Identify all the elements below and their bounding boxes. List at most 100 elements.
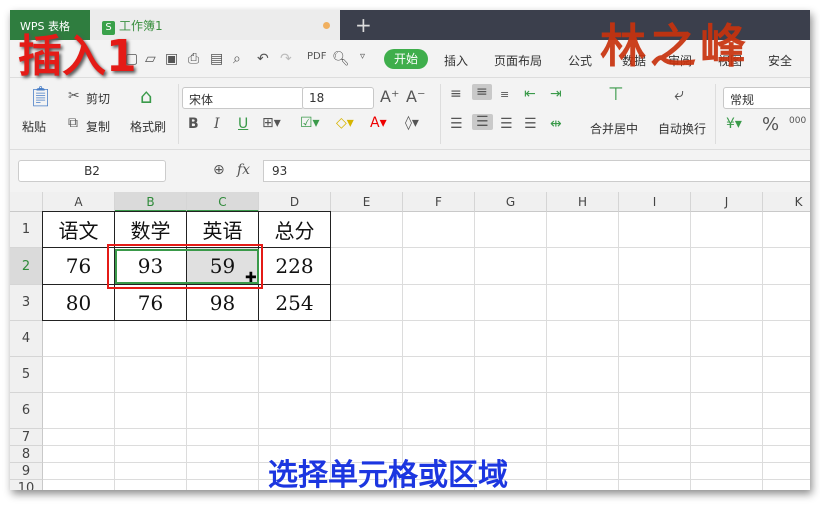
- justify-icon[interactable]: ☰: [524, 116, 537, 132]
- table-cell[interactable]: 98: [186, 284, 259, 321]
- cut-button[interactable]: 剪切: [86, 90, 110, 107]
- gridline: [43, 356, 810, 357]
- gridline: [402, 212, 403, 490]
- column-header-A[interactable]: A: [43, 192, 115, 212]
- overlay-caption: 选择单元格或区域: [268, 458, 508, 493]
- row-header-4[interactable]: 4: [10, 321, 43, 357]
- wrap-text-button[interactable]: 自动换行: [658, 120, 706, 137]
- percent-button[interactable]: %: [762, 114, 779, 135]
- borders-icon[interactable]: ⊞▾: [262, 115, 281, 131]
- table-cell[interactable]: 英语: [186, 211, 259, 248]
- table-cell[interactable]: 76: [42, 247, 115, 285]
- font-size-select[interactable]: 18: [302, 87, 374, 109]
- row-header-7[interactable]: 7: [10, 429, 43, 446]
- currency-icon[interactable]: ¥▾: [726, 116, 742, 132]
- customize-dropdown-icon[interactable]: ▿: [360, 51, 365, 62]
- column-header-J[interactable]: J: [691, 192, 763, 212]
- underline-button[interactable]: U: [238, 116, 248, 132]
- column-header-C[interactable]: C: [187, 192, 259, 212]
- conditional-format-icon[interactable]: ☑▾: [300, 115, 320, 131]
- scissors-icon: ✂: [68, 88, 80, 104]
- column-header-G[interactable]: G: [475, 192, 547, 212]
- align-top-icon[interactable]: ≡: [450, 86, 462, 102]
- column-header-D[interactable]: D: [259, 192, 331, 212]
- row-header-1[interactable]: 1: [10, 212, 43, 248]
- table-cell[interactable]: 语文: [42, 211, 115, 248]
- undo-icon[interactable]: ↶: [257, 51, 269, 67]
- distribute-icon[interactable]: ⇹: [550, 116, 562, 132]
- column-header-I[interactable]: I: [619, 192, 691, 212]
- save-icon[interactable]: ▣: [165, 51, 178, 67]
- cursor-cross-icon: ✚: [245, 270, 257, 286]
- bold-button[interactable]: B: [188, 116, 199, 132]
- table-cell[interactable]: 数学: [114, 211, 187, 248]
- tab-insert[interactable]: 插入: [444, 52, 468, 69]
- align-bottom-icon[interactable]: ≡: [500, 88, 509, 101]
- find-icon[interactable]: ⌕: [233, 51, 241, 67]
- align-center-icon[interactable]: ☰: [472, 114, 493, 130]
- print-preview-icon[interactable]: ▤: [210, 51, 223, 67]
- table-cell[interactable]: 254: [258, 284, 331, 321]
- italic-button[interactable]: I: [214, 116, 220, 132]
- export-pdf-icon[interactable]: PDF: [307, 51, 326, 62]
- column-header-E[interactable]: E: [331, 192, 403, 212]
- select-all-corner[interactable]: [10, 192, 43, 212]
- align-right-icon[interactable]: ☰: [500, 116, 513, 132]
- table-cell[interactable]: 228: [258, 247, 331, 285]
- table-cell[interactable]: 80: [42, 284, 115, 321]
- clear-icon[interactable]: ◊▾: [405, 115, 419, 131]
- paste-button[interactable]: 粘贴: [22, 118, 46, 135]
- search-icon[interactable]: 🔍︎: [332, 51, 350, 67]
- fill-color-icon[interactable]: ◇▾: [336, 115, 354, 131]
- formula-bar: B2 ⊕ fx 93: [10, 158, 810, 186]
- insert-function-button[interactable]: fx: [237, 162, 250, 178]
- align-middle-icon[interactable]: ≡: [472, 84, 492, 100]
- row-header-10[interactable]: 10: [10, 480, 43, 490]
- increase-font-icon[interactable]: A⁺: [380, 87, 399, 106]
- font-color-icon[interactable]: A▾: [370, 115, 387, 131]
- row-header-3[interactable]: 3: [10, 285, 43, 321]
- increase-indent-icon[interactable]: ⇥: [550, 86, 562, 102]
- table-cell[interactable]: 总分: [258, 211, 331, 248]
- redo-icon[interactable]: ↷: [280, 51, 292, 67]
- paste-icon[interactable]: 📋︎: [28, 84, 53, 108]
- sheet-grid[interactable]: A B C D E F G H I J K 1 2 3 4 5 6 7 8 9 10 语文 数学 英语 总分 76 93 59 228 8…: [10, 192, 810, 490]
- copy-button[interactable]: 复制: [86, 118, 110, 135]
- row-header-6[interactable]: 6: [10, 393, 43, 429]
- font-name-select[interactable]: 宋体: [182, 87, 304, 109]
- tab-page-layout[interactable]: 页面布局: [494, 52, 542, 69]
- column-header-F[interactable]: F: [403, 192, 475, 212]
- tab-formulas[interactable]: 公式: [568, 52, 592, 69]
- thousands-separator-button[interactable]: 000: [789, 116, 806, 126]
- gridline: [546, 212, 547, 490]
- decrease-indent-icon[interactable]: ⇤: [524, 86, 536, 102]
- tab-security[interactable]: 安全: [768, 52, 792, 69]
- wrap-text-icon: ⤶: [674, 84, 685, 105]
- merge-center-button[interactable]: 合并居中: [590, 120, 638, 137]
- formula-input[interactable]: 93: [263, 160, 810, 182]
- gridline: [43, 445, 810, 446]
- row-header-8[interactable]: 8: [10, 446, 43, 463]
- format-painter-icon: ⌂: [140, 84, 153, 108]
- signature-watermark: 林之峰: [600, 19, 750, 73]
- unsaved-dot-icon: [323, 22, 330, 29]
- number-format-select[interactable]: 常规: [723, 87, 810, 109]
- row-header-9[interactable]: 9: [10, 463, 43, 480]
- column-header-K[interactable]: K: [763, 192, 810, 212]
- decrease-font-icon[interactable]: A⁻: [406, 87, 425, 106]
- column-header-B[interactable]: B: [115, 192, 187, 212]
- open-icon[interactable]: ▱: [145, 51, 156, 67]
- gridline: [43, 428, 810, 429]
- row-header-5[interactable]: 5: [10, 357, 43, 393]
- tab-start[interactable]: 开始: [384, 49, 428, 69]
- table-cell[interactable]: 76: [114, 284, 187, 321]
- print-icon[interactable]: ⎙: [188, 51, 199, 67]
- column-header-H[interactable]: H: [547, 192, 619, 212]
- format-painter-button[interactable]: 格式刷: [130, 118, 166, 135]
- align-left-icon[interactable]: ☰: [450, 116, 463, 132]
- name-box[interactable]: B2: [18, 160, 166, 182]
- row-header-2[interactable]: 2: [10, 248, 43, 285]
- new-tab-button[interactable]: +: [355, 13, 372, 37]
- zoom-formula-icon[interactable]: ⊕: [213, 162, 225, 178]
- gridline: [474, 212, 475, 490]
